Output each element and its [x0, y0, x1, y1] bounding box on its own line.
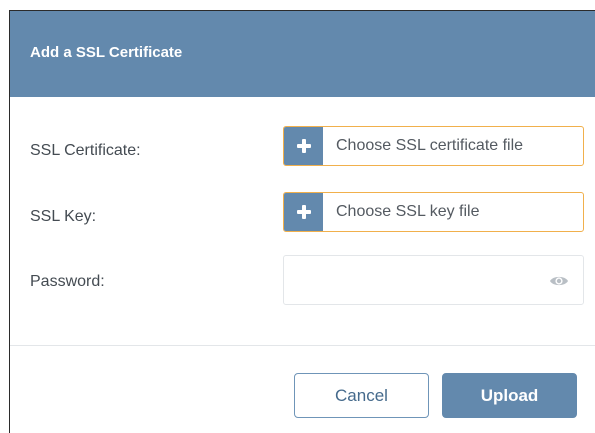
ssl-certificate-file-picker[interactable]: Choose SSL certificate file [283, 126, 584, 166]
ssl-key-file-picker[interactable]: Choose SSL key file [283, 192, 584, 232]
plus-icon [296, 205, 311, 219]
add-certificate-file-button[interactable] [284, 127, 323, 165]
dialog-title: Add a SSL Certificate [30, 44, 183, 61]
password-label: Password: [30, 273, 105, 290]
ssl-certificate-label: SSL Certificate: [30, 142, 141, 159]
footer-divider [10, 345, 595, 346]
ssl-key-label: SSL Key: [30, 208, 97, 225]
eye-icon[interactable] [549, 274, 569, 288]
upload-button[interactable]: Upload [442, 373, 577, 418]
dialog-header: Add a SSL Certificate [10, 11, 595, 97]
ssl-certificate-placeholder: Choose SSL certificate file [336, 137, 524, 154]
plus-icon [296, 139, 311, 153]
cancel-button[interactable]: Cancel [294, 373, 429, 418]
add-key-file-button[interactable] [284, 193, 323, 231]
ssl-key-placeholder: Choose SSL key file [336, 203, 480, 220]
password-field [283, 255, 584, 305]
ssl-certificate-dialog: Add a SSL Certificate SSL Certificate: C… [9, 10, 595, 433]
password-input[interactable] [284, 256, 539, 304]
